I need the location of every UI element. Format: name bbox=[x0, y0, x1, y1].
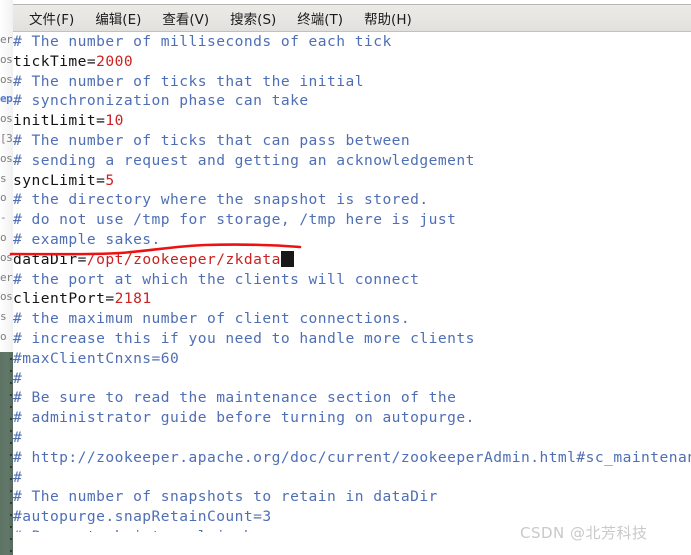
comment-text: # sending a request and getting an ackno… bbox=[13, 151, 475, 169]
editor-line: # increase this if you need to handle mo… bbox=[13, 329, 691, 349]
background-window-green-panel bbox=[0, 352, 13, 555]
comment-text: # The number of ticks that the initial bbox=[13, 72, 364, 90]
editor-line: # the maximum number of client connectio… bbox=[13, 309, 691, 329]
config-key: initLimit bbox=[13, 112, 97, 130]
editor-line: # do not use /tmp for storage, /tmp here… bbox=[13, 210, 691, 230]
text-cursor bbox=[280, 250, 294, 267]
editor-line: syncLimit=5 bbox=[13, 171, 691, 191]
editor-line: clientPort=2181 bbox=[13, 289, 691, 309]
comment-text: # do not use /tmp for storage, /tmp here… bbox=[13, 211, 457, 229]
comment-text: # example sakes. bbox=[13, 230, 161, 248]
editor-line: # http://zookeeper.apache.org/doc/curren… bbox=[13, 448, 691, 468]
config-key: syncLimit bbox=[13, 171, 97, 189]
menu-file[interactable]: 文件(F) bbox=[22, 6, 81, 30]
editor-line: # example sakes. bbox=[13, 230, 691, 250]
comment-text: # the maximum number of client connectio… bbox=[13, 310, 411, 328]
editor-line: # the directory where the snapshot is st… bbox=[13, 190, 691, 210]
config-value: 2181 bbox=[114, 290, 152, 308]
green-panel-dot bbox=[10, 430, 12, 432]
editor-line: # The number of milliseconds of each tic… bbox=[13, 32, 691, 52]
editor-line: # The number of ticks that can pass betw… bbox=[13, 131, 691, 151]
green-panel-dot bbox=[10, 370, 12, 372]
comment-text: #autopurge.snapRetainCount=3 bbox=[13, 508, 272, 526]
editor-line: # Be sure to read the maintenance sectio… bbox=[13, 388, 691, 408]
comment-text: # the directory where the snapshot is st… bbox=[13, 191, 429, 209]
comment-text: # Be sure to read the maintenance sectio… bbox=[13, 389, 457, 407]
editor-line: tickTime=2000 bbox=[13, 52, 691, 72]
green-panel-dot bbox=[10, 382, 12, 384]
comment-text: # bbox=[13, 468, 23, 486]
green-panel-dot bbox=[10, 514, 12, 516]
editor-line: # administrator guide before turning on … bbox=[13, 408, 691, 428]
editor-line: # the port at which the clients will con… bbox=[13, 270, 691, 290]
editor-line: # bbox=[13, 369, 691, 389]
green-panel-dot bbox=[10, 454, 12, 456]
editor-line: initLimit=10 bbox=[13, 111, 691, 131]
comment-text: # administrator guide before turning on … bbox=[13, 409, 475, 427]
equals-sign: = bbox=[77, 250, 87, 268]
green-panel-dot bbox=[10, 526, 12, 528]
green-panel-dot bbox=[10, 442, 12, 444]
editor-line: #maxClientCnxns=60 bbox=[13, 349, 691, 369]
menu-terminal[interactable]: 终端(T) bbox=[290, 6, 350, 30]
editor-line: # sending a request and getting an ackno… bbox=[13, 151, 691, 171]
menu-edit[interactable]: 编辑(E) bbox=[88, 6, 148, 30]
comment-text: # http://zookeeper.apache.org/doc/curren… bbox=[13, 448, 691, 466]
comment-text: # bbox=[13, 428, 23, 446]
comment-text: # The number of ticks that can pass betw… bbox=[13, 131, 411, 149]
comment-text: #maxClientCnxns=60 bbox=[13, 349, 180, 367]
green-panel-dot bbox=[10, 490, 12, 492]
equals-sign: = bbox=[96, 112, 106, 130]
comment-text: # The number of milliseconds of each tic… bbox=[13, 33, 392, 50]
comment-text: # The number of snapshots to retain in d… bbox=[13, 488, 438, 506]
config-key: tickTime bbox=[13, 52, 87, 70]
editor-line: # bbox=[13, 428, 691, 448]
menu-bar: 文件(F) 编辑(E) 查看(V) 搜索(S) 终端(T) 帮助(H) bbox=[13, 4, 691, 32]
menu-search[interactable]: 搜索(S) bbox=[223, 6, 283, 30]
editor-line: # bbox=[13, 468, 691, 488]
green-panel-dot bbox=[10, 550, 12, 552]
screen: erososepos[3osso-ooserossooserosos 文件(F)… bbox=[0, 0, 691, 555]
green-panel-dot bbox=[10, 538, 12, 540]
terminal-window: 文件(F) 编辑(E) 查看(V) 搜索(S) 终端(T) 帮助(H) # The num… bbox=[13, 0, 691, 555]
equals-sign: = bbox=[96, 171, 106, 189]
config-value: 10 bbox=[105, 112, 124, 130]
green-panel-dot bbox=[10, 466, 12, 468]
comment-text: # bbox=[13, 369, 23, 387]
comment-text: # synchronization phase can take bbox=[13, 92, 309, 110]
green-panel-dot bbox=[10, 502, 12, 504]
menu-view[interactable]: 查看(V) bbox=[155, 6, 216, 30]
green-panel-dot bbox=[10, 394, 12, 396]
green-panel-dot bbox=[10, 418, 12, 420]
config-key: dataDir bbox=[13, 250, 78, 268]
config-value: 5 bbox=[105, 171, 115, 189]
green-panel-dot bbox=[10, 358, 12, 360]
config-value: 2000 bbox=[96, 52, 134, 70]
editor-line: dataDir=/opt/zookeeper/zkdata bbox=[13, 250, 691, 270]
equals-sign: = bbox=[86, 52, 97, 70]
menu-help[interactable]: 帮助(H) bbox=[357, 6, 419, 30]
green-panel-dot bbox=[10, 406, 12, 408]
config-key: clientPort bbox=[13, 290, 106, 308]
equals-sign: = bbox=[105, 290, 115, 308]
editor-line: # synchronization phase can take bbox=[13, 91, 691, 111]
editor-line: # The number of ticks that the initial bbox=[13, 72, 691, 92]
comment-text: # the port at which the clients will con… bbox=[13, 270, 420, 288]
editor-line: # The number of snapshots to retain in d… bbox=[13, 487, 691, 507]
config-value: /opt/zookeeper/zkdata bbox=[86, 250, 281, 268]
editor-text-area[interactable]: # The number of milliseconds of each tic… bbox=[13, 32, 691, 532]
watermark: CSDN @北芳科技 bbox=[520, 524, 648, 542]
green-panel-dot bbox=[10, 478, 12, 480]
comment-text: # increase this if you need to handle mo… bbox=[13, 329, 475, 347]
